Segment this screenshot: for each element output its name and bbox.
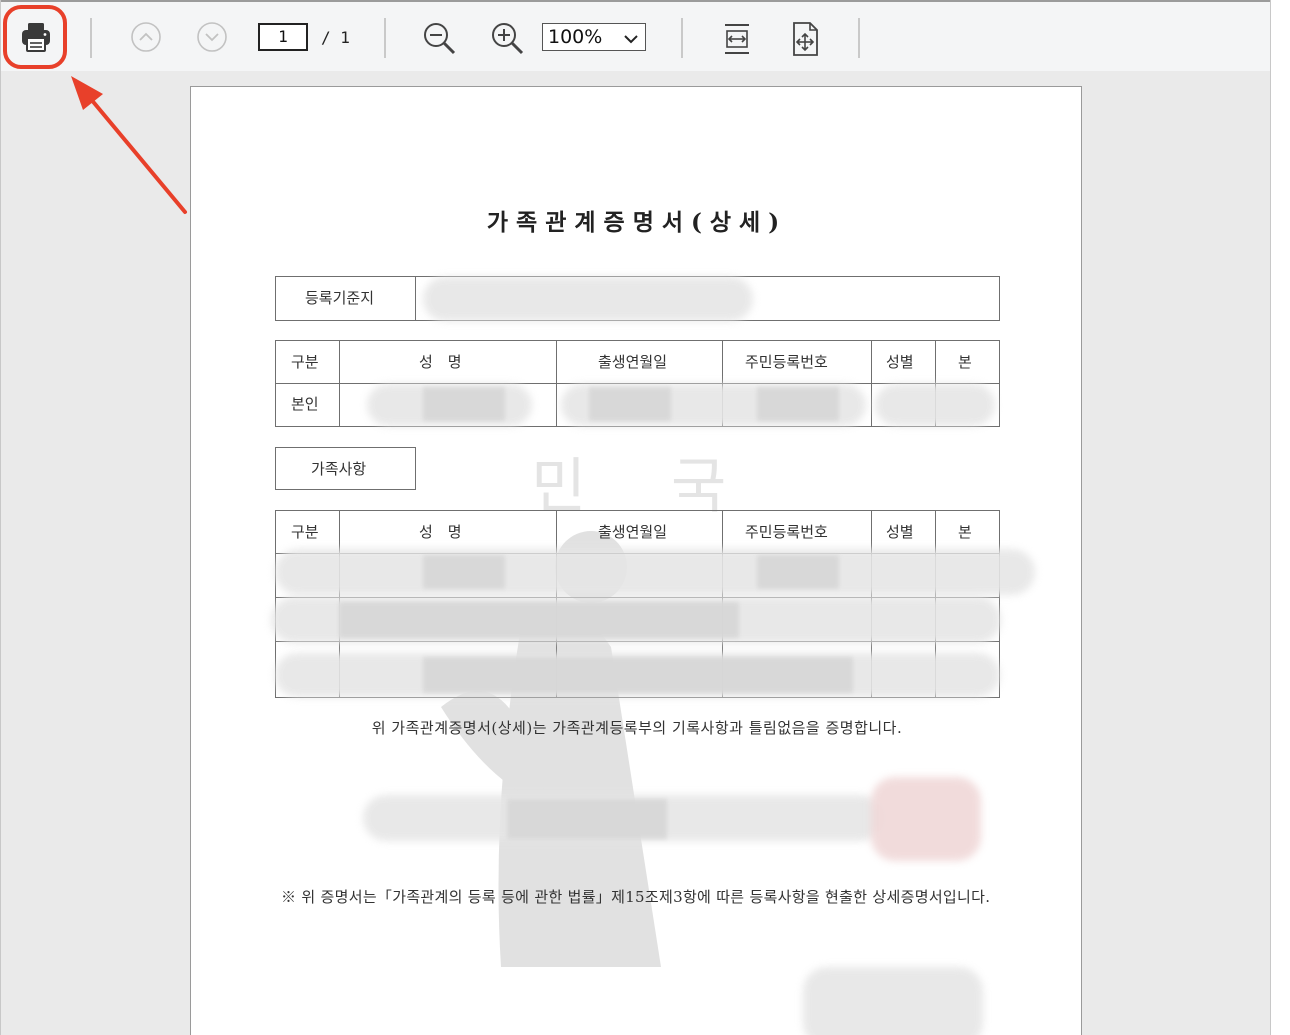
header-name: 성 명 (419, 523, 462, 541)
divider (556, 340, 557, 427)
header-resident-number: 주민등록번호 (745, 353, 828, 371)
divider (871, 340, 872, 427)
document-page: 민 국 가족관계증명서(상세) 등록기준지 구분 성 명 출생연월일 주민등록번… (190, 86, 1082, 1035)
registration-label: 등록기준지 (305, 289, 375, 307)
divider (415, 276, 416, 321)
zoom-out-icon (424, 23, 456, 55)
header-origin: 본 (958, 353, 972, 371)
redacted-field (757, 387, 839, 421)
toolbar-separator (858, 18, 860, 58)
toolbar-separator (90, 18, 92, 58)
zoom-in-button[interactable] (487, 18, 527, 58)
header-birthdate: 출생연월일 (598, 523, 668, 541)
header-resident-number: 주민등록번호 (745, 523, 828, 541)
header-gender: 성별 (886, 353, 914, 371)
redacted-field (757, 555, 839, 589)
document-title: 가족관계증명서(상세) (486, 209, 788, 236)
header-gender: 성별 (886, 523, 914, 541)
fit-page-icon (793, 22, 818, 56)
redacted-field (507, 799, 667, 839)
print-button[interactable] (13, 14, 59, 60)
redacted-field (423, 387, 505, 421)
redacted-field (875, 384, 995, 426)
fit-page-button[interactable] (785, 18, 825, 60)
page-total-label: / 1 (321, 28, 350, 47)
annotation-arrow (71, 76, 187, 214)
zoom-in-icon (492, 23, 524, 55)
pdf-viewer: 1 / 1 100% 민 국 가족관계증명서(상세) 등록기준지 구분 성 명 … (0, 0, 1271, 1035)
previous-page-button[interactable] (129, 20, 163, 54)
certification-statement: 위 가족관계증명서(상세)는 가족관계등록부의 기록사항과 틀림없음을 증명합니… (371, 719, 903, 737)
header-category: 구분 (291, 353, 319, 371)
redacted-row (275, 549, 1035, 595)
next-page-button[interactable] (195, 20, 229, 54)
divider (339, 340, 340, 427)
document-note: ※ 위 증명서는「가족관계의 등록 등에 관한 법률」제15조제3항에 따른 등… (281, 888, 991, 906)
fit-width-icon (725, 24, 749, 54)
row-label-self: 본인 (291, 395, 319, 413)
redacted-field (589, 387, 671, 421)
toolbar-separator (681, 18, 683, 58)
chevron-up-circle-icon (131, 22, 161, 52)
fit-width-button[interactable] (717, 18, 757, 60)
zoom-out-button[interactable] (419, 18, 459, 58)
zoom-value: 100% (548, 26, 603, 48)
redacted-footer (803, 967, 983, 1035)
header-category: 구분 (291, 523, 319, 541)
redacted-field (423, 555, 505, 589)
chevron-down-circle-icon (197, 22, 227, 52)
printer-icon (22, 23, 50, 52)
chevron-down-icon (623, 28, 639, 54)
header-name: 성 명 (419, 353, 462, 371)
family-label: 가족사항 (311, 460, 367, 478)
redacted-field (339, 602, 739, 638)
zoom-select[interactable]: 100% (542, 23, 646, 51)
redacted-seal (871, 777, 981, 861)
redacted-field (423, 277, 753, 321)
viewer-toolbar: 1 / 1 100% (1, 0, 1270, 71)
header-origin: 본 (958, 523, 972, 541)
toolbar-separator (384, 18, 386, 58)
redacted-field (423, 657, 853, 693)
header-birthdate: 출생연월일 (598, 353, 668, 371)
page-number-input[interactable]: 1 (258, 23, 308, 51)
